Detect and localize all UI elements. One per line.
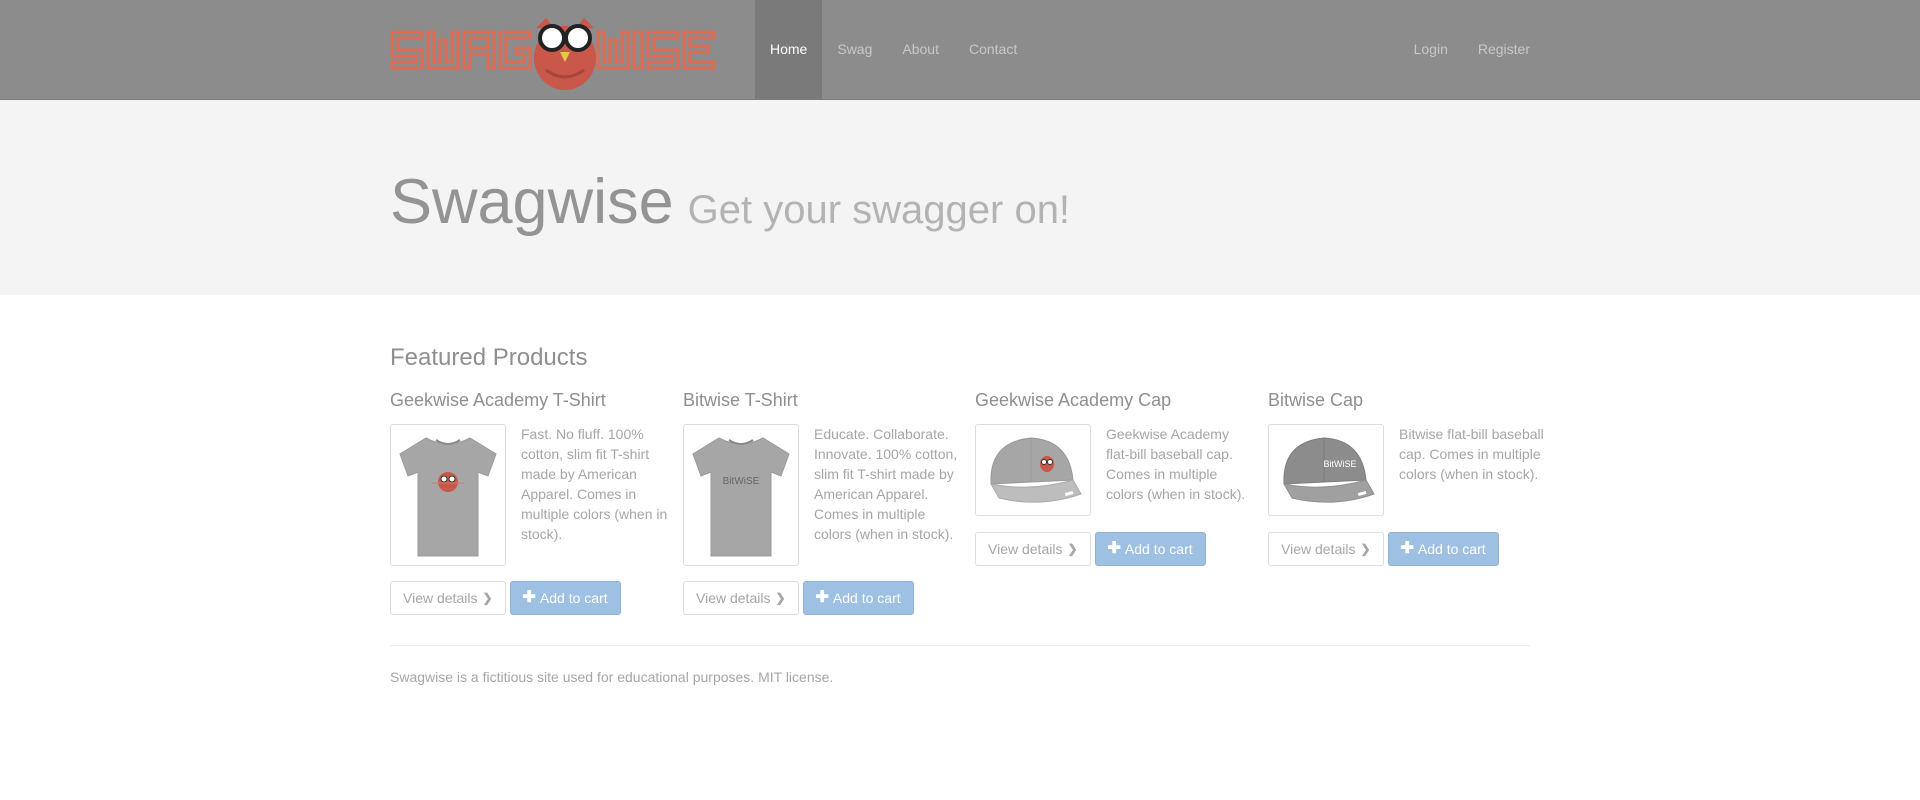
product-description: Educate. Collaborate. Innovate. 100% cot…	[814, 426, 958, 542]
hero-banner: Swagwise Get your swagger on!	[0, 100, 1920, 295]
product-card: Geekwise Academy T-Shirt Fast. No fluff.…	[390, 390, 670, 615]
product-card: Bitwise Cap BitWiSE Bitwise flat-bill ba…	[1268, 390, 1548, 566]
add-to-cart-label: Add to cart	[539, 590, 608, 606]
footer-divider	[390, 645, 1530, 646]
nav-login[interactable]: Login	[1399, 0, 1463, 99]
cap-owl-icon	[990, 437, 1082, 503]
add-to-cart-button[interactable]: ✚ Add to cart	[1094, 532, 1206, 566]
tshirt-bitwise-icon: BitWiSE	[692, 437, 790, 557]
add-to-cart-label: Add to cart	[832, 590, 901, 606]
add-to-cart-button[interactable]: ✚ Add to cart	[1387, 532, 1499, 566]
view-details-button[interactable]: View details ❯	[975, 532, 1091, 566]
plus-icon: ✚	[1107, 540, 1121, 557]
add-to-cart-button[interactable]: ✚ Add to cart	[802, 581, 914, 615]
main-nav: Home Swag About Contact	[755, 0, 1032, 99]
nav-home[interactable]: Home	[755, 0, 823, 99]
bitwise-print-text: BitWiSE	[723, 476, 760, 487]
view-details-button[interactable]: View details ❯	[1268, 532, 1384, 566]
product-title: Geekwise Academy Cap	[975, 390, 1172, 410]
view-details-label: View details	[403, 590, 478, 606]
product-title: Bitwise Cap	[1268, 390, 1364, 410]
add-to-cart-label: Add to cart	[1417, 541, 1486, 557]
plus-icon: ✚	[522, 589, 536, 606]
view-details-button[interactable]: View details ❯	[683, 581, 799, 615]
hero-title: Swagwise Get your swagger on!	[390, 166, 1070, 238]
plus-icon: ✚	[815, 589, 829, 606]
brand-logo[interactable]	[390, 12, 740, 90]
product-title: Geekwise Academy T-Shirt	[390, 390, 606, 410]
featured-heading: Featured Products	[390, 344, 588, 371]
bitwise-print-text: BitWiSE	[1323, 459, 1356, 469]
nav-register[interactable]: Register	[1463, 0, 1545, 99]
product-thumbnail[interactable]	[975, 424, 1091, 516]
cap-bitwise-icon: BitWiSE	[1283, 437, 1375, 503]
product-description: Fast. No fluff. 100% cotton, slim fit T-…	[521, 426, 668, 542]
chevron-right-icon: ❯	[1067, 542, 1078, 556]
view-details-label: View details	[988, 541, 1063, 557]
view-details-label: View details	[696, 590, 771, 606]
account-nav: Login Register	[1399, 0, 1545, 99]
hero-heading: Swagwise	[390, 167, 674, 237]
product-thumbnail[interactable]: BitWiSE	[683, 424, 799, 566]
tshirt-owl-icon	[399, 437, 497, 557]
owl-logo-icon	[390, 18, 716, 90]
plus-icon: ✚	[1400, 540, 1414, 557]
nav-swag[interactable]: Swag	[822, 0, 887, 99]
nav-about[interactable]: About	[887, 0, 954, 99]
product-thumbnail[interactable]	[390, 424, 506, 566]
nav-contact[interactable]: Contact	[954, 0, 1032, 99]
product-thumbnail[interactable]: BitWiSE	[1268, 424, 1384, 516]
product-card: Bitwise T-Shirt BitWiSE Educate. Collabo…	[683, 390, 963, 615]
view-details-button[interactable]: View details ❯	[390, 581, 506, 615]
product-card: Geekwise Academy Cap Geekwise Academy fl…	[975, 390, 1255, 566]
footer-note: Swagwise is a fictitious site used for e…	[390, 669, 834, 685]
product-title: Bitwise T-Shirt	[683, 390, 798, 410]
view-details-label: View details	[1281, 541, 1356, 557]
product-description: Geekwise Academy flat-bill baseball cap.…	[1106, 426, 1246, 502]
chevron-right-icon: ❯	[775, 591, 786, 605]
chevron-right-icon: ❯	[1360, 542, 1371, 556]
add-to-cart-label: Add to cart	[1124, 541, 1193, 557]
hero-tagline: Get your swagger on!	[687, 188, 1071, 232]
add-to-cart-button[interactable]: ✚ Add to cart	[509, 581, 621, 615]
chevron-right-icon: ❯	[482, 591, 493, 605]
product-description: Bitwise flat-bill baseball cap. Comes in…	[1399, 426, 1544, 482]
